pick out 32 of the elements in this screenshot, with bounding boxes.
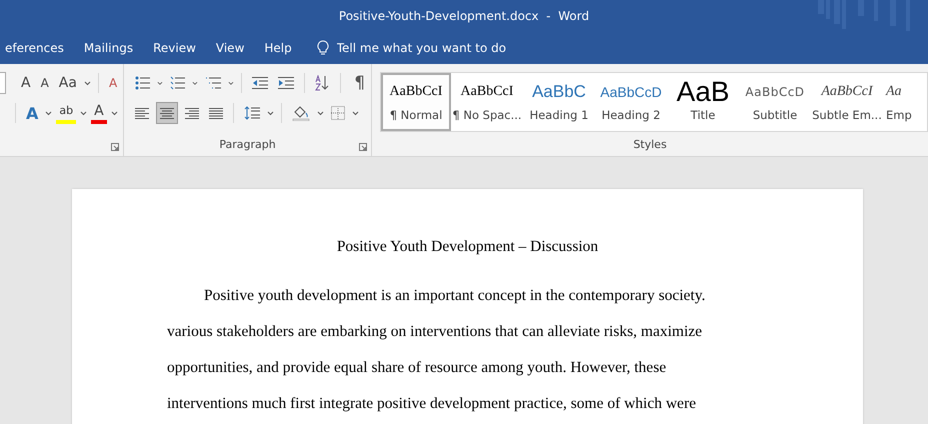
decrease-indent-icon — [252, 77, 268, 89]
highlight-button[interactable]: ab — [56, 102, 76, 124]
numbered-list-icon — [170, 76, 185, 90]
increase-indent-icon — [278, 77, 294, 89]
grow-font-button[interactable]: A — [18, 72, 34, 94]
align-button[interactable] — [156, 102, 178, 124]
align-lines-icon — [160, 107, 174, 119]
group-label: Paragraph — [218, 137, 277, 153]
window-title: Positive-Youth-Development.docx - Word — [338, 9, 590, 23]
tell-me-field[interactable]: Tell me what you want to do — [336, 41, 517, 55]
document-paragraph: Positive youth development is an important concept in the contemporary society. various stakeholders are embarking on interventions that can alleviate risks, maximize opportunities, and provide equal share of resource among youth. However, these interventions much first integrate positive development practice, some of which were — [167, 286, 706, 414]
change-case-button[interactable]: Aa — [56, 72, 80, 94]
lightbulb-icon — [316, 40, 329, 56]
shrink-font-button[interactable]: A — [38, 72, 52, 94]
show-formatting-marks-button[interactable]: ¶ — [348, 73, 372, 93]
align-lines-icon — [209, 107, 223, 119]
paint-bucket-icon — [292, 105, 310, 121]
group-label: Styles — [632, 137, 668, 153]
font-color-button[interactable]: A — [91, 102, 107, 124]
sort-icon — [314, 75, 330, 91]
align-lines-icon — [185, 107, 199, 119]
clear-formatting-button[interactable]: A — [106, 72, 120, 94]
borders-icon — [331, 106, 345, 120]
align-lines-icon — [135, 107, 149, 119]
font-size-field[interactable] — [0, 72, 6, 94]
line-spacing-icon — [244, 106, 260, 120]
dialog-launcher-icon[interactable] — [359, 143, 367, 151]
bullet-list-icon — [135, 76, 150, 90]
document-title: Positive Youth Development – Discussion — [336, 237, 600, 257]
text-effects-button[interactable]: A — [23, 102, 42, 124]
dialog-launcher-icon[interactable] — [111, 143, 119, 151]
style-gallery-item[interactable]: AaBbCcI ¶ Normal — [381, 73, 451, 131]
